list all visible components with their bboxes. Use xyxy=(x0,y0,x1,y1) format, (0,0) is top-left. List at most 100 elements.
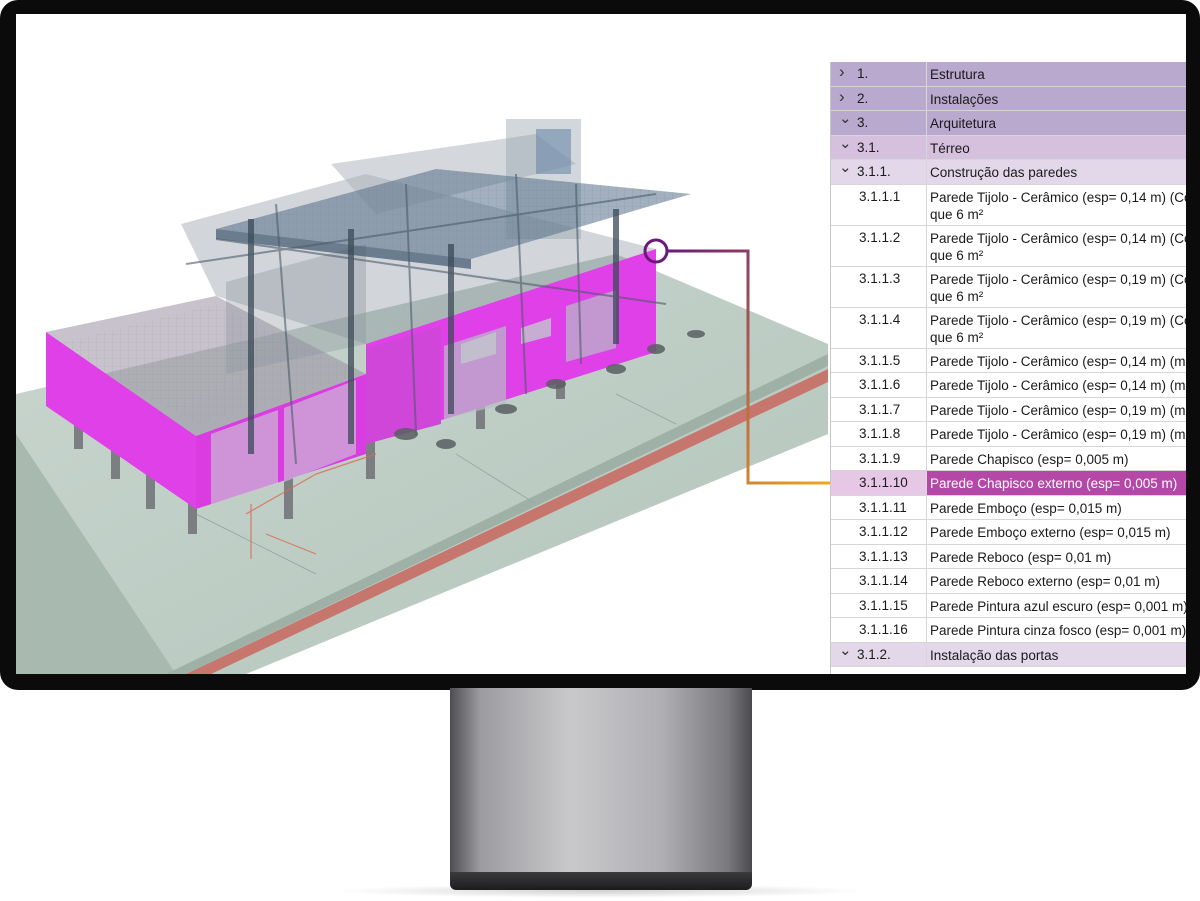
tree-row-number: 3.1.1.12 xyxy=(831,520,927,544)
tree-row-number: 3.1.1.11 xyxy=(831,495,927,519)
tree-row-label: Parede Tijolo - Cerâmico (esp= 0,19 m) (… xyxy=(930,312,1186,328)
tree-row-description: Parede Emboço (esp= 0,015 m) xyxy=(927,496,1186,520)
stand-shadow xyxy=(330,884,870,898)
screen: › 1. Estrutura › 2. Instalações ⌄ 3. Arquitetura… xyxy=(16,14,1186,674)
tree-item-row[interactable]: 3.1.1.9 Parede Chapisco (esp= 0,005 m) xyxy=(831,446,1186,471)
tree-row-description: Instalações xyxy=(927,87,1186,111)
tree-row-number: 3.1.1.9 xyxy=(831,446,927,470)
tree-row-label: Parede Reboco externo (esp= 0,01 m) xyxy=(930,574,1161,589)
tree-row-description: Instalação das portas xyxy=(927,643,1186,667)
chevron-down-icon[interactable]: ⌄ xyxy=(839,641,852,659)
tree-row-label: Parede Pintura azul escuro (esp= 0,001 m… xyxy=(930,598,1186,614)
tree-row-label: Térreo xyxy=(930,140,970,156)
monitor-frame: › 1. Estrutura › 2. Instalações ⌄ 3. Arquitetura… xyxy=(0,0,1200,690)
tree-item-row[interactable]: 3.1.1.8 Parede Tijolo - Cerâmico (esp= 0,… xyxy=(831,422,1186,447)
tree-row-label: Parede Chapisco (esp= 0,005 m) xyxy=(930,451,1129,467)
tree-row-label: Parede Tijolo - Cerâmico (esp= 0,14 m) (… xyxy=(930,230,1186,246)
tree-item-row[interactable]: 3.1.1.5 Parede Tijolo - Cerâmico (esp= 0,… xyxy=(831,348,1186,373)
tree-item-row[interactable]: 3.1.1.14 Parede Reboco externo (esp= 0,01… xyxy=(831,569,1186,594)
tree-row-label: Parede Tijolo - Cerâmico (esp= 0,19 m) (… xyxy=(930,271,1186,287)
tree-item-row[interactable]: 3.1.1.3 Parede Tijolo - Cerâmico (esp= 0,… xyxy=(831,266,1186,308)
tree-row-label: Parede Emboço externo (esp= 0,015 m) xyxy=(930,525,1171,540)
tree-row-number: 3.1.1.13 xyxy=(831,544,927,568)
tree-row-number: 3.1.1.3 xyxy=(831,266,927,307)
chevron-down-icon[interactable]: ⌄ xyxy=(839,158,852,176)
tree-row-description: Estrutura xyxy=(927,62,1186,86)
tree-group-row[interactable]: › 1. Estrutura xyxy=(831,62,1186,87)
tree-row-number: 2. xyxy=(831,86,927,110)
tree-row-description: Parede Tijolo - Cerâmico (esp= 0,19 m) (… xyxy=(927,422,1186,446)
tree-row-number: 3.1.1.10 xyxy=(831,471,927,495)
tree-row-label: Parede Tijolo - Cerâmico (esp= 0,14 m) (… xyxy=(930,189,1186,205)
tree-row-description: Arquitetura xyxy=(927,111,1186,135)
tree-item-row[interactable]: 3.1.1.13 Parede Reboco (esp= 0,01 m) xyxy=(831,544,1186,569)
tree-row-number: 3.1.1.7 xyxy=(831,397,927,421)
tree-row-number: 1. xyxy=(831,62,927,86)
tree-item-row[interactable]: 3.1.1.10 Parede Chapisco externo (esp= 0,… xyxy=(831,471,1186,496)
tree-row-label: Parede Tijolo - Cerâmico (esp= 0,19 m) (… xyxy=(930,427,1186,442)
tree-group-row[interactable]: ⌄ 3.1. Térreo xyxy=(831,134,1186,160)
tree-row-number: 3.1.1.6 xyxy=(831,373,927,397)
tree-row-description: Parede Reboco (esp= 0,01 m) xyxy=(927,545,1186,569)
tree-row-label-continued: que 6 m² xyxy=(930,247,984,263)
tree-item-row[interactable]: 3.1.1.16 Parede Pintura cinza fosco (esp=… xyxy=(831,618,1186,643)
tree-row-label-continued: que 6 m² xyxy=(930,206,984,222)
tree-row-number: 3.1.1.5 xyxy=(831,348,927,372)
tree-row-label: Parede Emboço (esp= 0,015 m) xyxy=(930,500,1122,516)
tree-row-number: 3.1.1.2 xyxy=(831,225,927,266)
tree-row-number: 3.1.1.14 xyxy=(831,569,927,593)
tree-row-label: Instalação das portas xyxy=(930,647,1059,663)
tree-row-description: Parede Tijolo - Cerâmico (esp= 0,19 m) (… xyxy=(927,267,1186,307)
chevron-down-icon[interactable]: ⌄ xyxy=(839,109,852,127)
tree-item-row[interactable]: 3.1.1.2 Parede Tijolo - Cerâmico (esp= 0,… xyxy=(831,225,1186,267)
tree-row-description: Parede Emboço externo (esp= 0,015 m) xyxy=(927,520,1186,544)
tree-row-description: Parede Tijolo - Cerâmico (esp= 0,14 m) (… xyxy=(927,373,1186,397)
tree-group-row[interactable]: ⌄ 3.1.2. Instalação das portas xyxy=(831,641,1186,667)
chevron-right-icon[interactable]: › xyxy=(839,62,845,82)
tree-row-description: Parede Tijolo - Cerâmico (esp= 0,19 m) (… xyxy=(927,398,1186,422)
tree-row-description: Parede Chapisco (esp= 0,005 m) xyxy=(927,447,1186,471)
tree-row-number: 3.1.1.15 xyxy=(831,593,927,617)
tree-row-label: Construção das paredes xyxy=(930,165,1078,180)
tree-item-row[interactable]: 3.1.1.15 Parede Pintura azul escuro (esp=… xyxy=(831,593,1186,618)
tree-row-description: Parede Tijolo - Cerâmico (esp= 0,14 m) (… xyxy=(927,185,1186,225)
tree-row-description: Parede Tijolo - Cerâmico (esp= 0,14 m) (… xyxy=(927,349,1186,373)
tree-item-row[interactable]: 3.1.1.7 Parede Tijolo - Cerâmico (esp= 0,… xyxy=(831,397,1186,422)
tree-row-label-continued: que 6 m² xyxy=(930,329,984,345)
tree-row-label: Parede Tijolo - Cerâmico (esp= 0,14 m) (… xyxy=(930,378,1186,393)
tree-row-description: Parede Pintura cinza fosco (esp= 0,001 m… xyxy=(927,618,1186,642)
tree-row-description: Térreo xyxy=(927,136,1186,160)
tree-row-description: Construção das paredes xyxy=(927,160,1186,184)
tree-row-label-continued: que 6 m² xyxy=(930,288,984,304)
tree-row-number: 3.1.1.1 xyxy=(831,184,927,225)
chevron-right-icon[interactable]: › xyxy=(839,87,845,107)
tree-row-label: Parede Tijolo - Cerâmico (esp= 0,19 m) (… xyxy=(930,402,1186,418)
3d-model-viewport[interactable] xyxy=(16,14,828,674)
tree-group-row[interactable]: › 2. Instalações xyxy=(831,86,1186,111)
wbs-tree-panel[interactable]: › 1. Estrutura › 2. Instalações ⌄ 3. Arquitetura… xyxy=(830,62,1186,674)
tree-row-label: Parede Reboco (esp= 0,01 m) xyxy=(930,549,1112,565)
tree-item-row[interactable]: 3.1.1.6 Parede Tijolo - Cerâmico (esp= 0,… xyxy=(831,373,1186,398)
tree-item-row[interactable]: 3.1.1.11 Parede Emboço (esp= 0,015 m) xyxy=(831,495,1186,520)
tree-row-label: Estrutura xyxy=(930,67,985,82)
tree-group-row[interactable]: ⌄ 3. Arquitetura xyxy=(831,109,1186,136)
tree-row-label: Arquitetura xyxy=(930,116,997,131)
tree-row-label: Parede Tijolo - Cerâmico (esp= 0,14 m) (… xyxy=(930,353,1186,369)
building-model-render xyxy=(16,119,828,674)
tree-item-row[interactable]: 3.1.1.4 Parede Tijolo - Cerâmico (esp= 0,… xyxy=(831,307,1186,349)
tree-row-number: 3.1.1.4 xyxy=(831,307,927,348)
tree-group-row[interactable]: ⌄ 3.1.1. Construção das paredes xyxy=(831,158,1186,185)
tree-row-label: Instalações xyxy=(930,91,999,107)
tree-row-number: 3.1.1.8 xyxy=(831,422,927,446)
tree-row-description: Parede Reboco externo (esp= 0,01 m) xyxy=(927,569,1186,593)
monitor-stand xyxy=(450,688,752,872)
tree-item-row[interactable]: 3.1.1.1 Parede Tijolo - Cerâmico (esp= 0,… xyxy=(831,184,1186,226)
tree-row-description: Parede Tijolo - Cerâmico (esp= 0,14 m) (… xyxy=(927,226,1186,266)
chevron-down-icon[interactable]: ⌄ xyxy=(839,134,852,152)
tree-row-label: Parede Chapisco externo (esp= 0,005 m) xyxy=(930,476,1178,491)
tree-row-description: Parede Tijolo - Cerâmico (esp= 0,19 m) (… xyxy=(927,308,1186,348)
tree-row-description: Parede Chapisco externo (esp= 0,005 m) xyxy=(927,471,1186,495)
tree-item-row[interactable]: 3.1.1.12 Parede Emboço externo (esp= 0,01… xyxy=(831,520,1186,545)
tree-row-description: Parede Pintura azul escuro (esp= 0,001 m… xyxy=(927,594,1186,618)
tree-row-number: 3.1.1.16 xyxy=(831,618,927,642)
